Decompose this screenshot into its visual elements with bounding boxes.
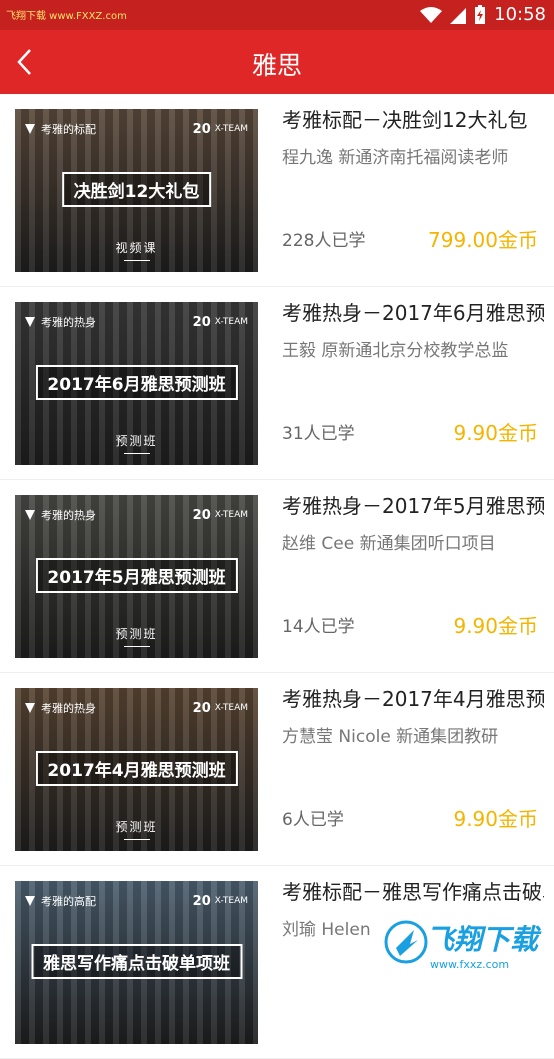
thumbnail-header: 考雅的标配 20 X-TEAM bbox=[25, 119, 248, 139]
course-price: 9.90金币 bbox=[453, 807, 538, 831]
anniversary-logo: 20 bbox=[192, 507, 211, 523]
course-info: 考雅标配－决胜剑12大礼包 程九逸 新通济南托福阅读老师 bbox=[282, 106, 544, 170]
course-info: 考雅热身－2017年6月雅思预测班 王毅 原新通北京分校教学总监 bbox=[282, 299, 544, 363]
status-icons: 10:58 bbox=[420, 4, 546, 25]
thumbnail-headline: 雅思写作痛点击破单项班 bbox=[31, 944, 242, 979]
anniversary-logo: 20 bbox=[192, 700, 211, 716]
course-thumbnail: 考雅的热身 20 X-TEAM 2017年4月雅思预测班 预测班 bbox=[15, 688, 258, 851]
anniversary-logo: 20 bbox=[192, 314, 211, 330]
battery-icon bbox=[475, 4, 486, 24]
course-teacher: 王毅 原新通北京分校教学总监 bbox=[282, 341, 509, 361]
learner-count: 31人已学 bbox=[282, 424, 355, 444]
course-title: 考雅标配－决胜剑12大礼包 bbox=[282, 108, 528, 132]
thumbnail-header: 考雅的热身 20 X-TEAM bbox=[25, 312, 248, 332]
thumbnail-logos: 20 X-TEAM bbox=[193, 894, 248, 909]
thumbnail-headline: 决胜剑12大礼包 bbox=[61, 172, 212, 207]
watermark-text: 飞翔下载 bbox=[426, 923, 539, 956]
thumbnail-tag: 预测班 bbox=[115, 820, 158, 840]
anniversary-logo: 20 bbox=[192, 121, 211, 137]
thumbnail-logos: 20 X-TEAM bbox=[193, 315, 248, 330]
course-thumbnail: 考雅的标配 20 X-TEAM 决胜剑12大礼包 视频课 bbox=[15, 109, 258, 272]
brand-triangle-icon bbox=[25, 317, 35, 327]
course-teacher: 程九逸 新通济南托福阅读老师 bbox=[282, 148, 509, 168]
xteam-logo: X-TEAM bbox=[214, 896, 248, 906]
signal-icon bbox=[450, 7, 467, 24]
course-teacher: 方慧莹 Nicole 新通集团教研 bbox=[282, 727, 499, 747]
course-title: 考雅热身－2017年6月雅思预测班 bbox=[282, 301, 544, 325]
thumbnail-header: 考雅的热身 20 X-TEAM bbox=[25, 505, 248, 525]
anniversary-logo: 20 bbox=[192, 893, 211, 909]
course-price: 9.90金币 bbox=[453, 421, 538, 445]
course-list-item[interactable]: 考雅的标配 20 X-TEAM 决胜剑12大礼包 视频课 考雅标配－决胜剑12大… bbox=[0, 94, 554, 287]
thumbnail-headline: 2017年6月雅思预测班 bbox=[35, 365, 238, 400]
watermark-logo-icon bbox=[384, 920, 428, 964]
thumbnail-tag: 预测班 bbox=[115, 434, 158, 454]
course-title: 考雅热身－2017年5月雅思预测班 bbox=[282, 494, 544, 518]
course-title: 考雅热身－2017年4月雅思预测班 bbox=[282, 687, 544, 711]
thumbnail-tag: 视频课 bbox=[115, 241, 158, 261]
thumbnail-logos: 20 X-TEAM bbox=[193, 701, 248, 716]
course-list-item[interactable]: 考雅的热身 20 X-TEAM 2017年4月雅思预测班 预测班 考雅热身－20… bbox=[0, 673, 554, 866]
brand-triangle-icon bbox=[25, 703, 35, 713]
learner-count: 6人已学 bbox=[282, 810, 344, 830]
course-title: 考雅标配－雅思写作痛点击破单项班 bbox=[282, 880, 544, 904]
learner-count: 228人已学 bbox=[282, 231, 366, 251]
thumbnail-tag: 预测班 bbox=[115, 627, 158, 647]
course-thumbnail: 考雅的热身 20 X-TEAM 2017年6月雅思预测班 预测班 bbox=[15, 302, 258, 465]
thumbnail-headline: 2017年5月雅思预测班 bbox=[35, 558, 238, 593]
thumbnail-brand: 考雅的高配 bbox=[41, 895, 96, 908]
course-list-item[interactable]: 考雅的热身 20 X-TEAM 2017年5月雅思预测班 预测班 考雅热身－20… bbox=[0, 480, 554, 673]
thumbnail-brand: 考雅的热身 bbox=[41, 316, 96, 329]
course-info: 考雅热身－2017年4月雅思预测班 方慧莹 Nicole 新通集团教研 bbox=[282, 685, 544, 749]
status-bar: 飞翔下载 www.FXXZ.com 10:58 bbox=[0, 0, 554, 30]
brand-triangle-icon bbox=[25, 124, 35, 134]
xteam-logo: X-TEAM bbox=[214, 317, 248, 327]
thumbnail-logos: 20 X-TEAM bbox=[193, 508, 248, 523]
xteam-logo: X-TEAM bbox=[214, 510, 248, 520]
course-price: 9.90金币 bbox=[453, 614, 538, 638]
course-price: 799.00金币 bbox=[428, 228, 538, 252]
course-thumbnail: 考雅的热身 20 X-TEAM 2017年5月雅思预测班 预测班 bbox=[15, 495, 258, 658]
status-watermark: 飞翔下载 www.FXXZ.com bbox=[6, 11, 127, 22]
course-list-item[interactable]: 考雅的热身 20 X-TEAM 2017年6月雅思预测班 预测班 考雅热身－20… bbox=[0, 287, 554, 480]
thumbnail-brand: 考雅的热身 bbox=[41, 702, 96, 715]
course-thumbnail: 考雅的高配 20 X-TEAM 雅思写作痛点击破单项班 bbox=[15, 881, 258, 1044]
brand-triangle-icon bbox=[25, 510, 35, 520]
page-title: 雅思 bbox=[251, 51, 302, 80]
thumbnail-header: 考雅的热身 20 X-TEAM bbox=[25, 698, 248, 718]
app-bar: 雅思 bbox=[0, 30, 554, 94]
xteam-logo: X-TEAM bbox=[214, 703, 248, 713]
watermark-url: www.fxxz.com bbox=[430, 958, 510, 971]
thumbnail-logos: 20 X-TEAM bbox=[193, 122, 248, 137]
course-info: 考雅热身－2017年5月雅思预测班 赵维 Cee 新通集团听口项目 bbox=[282, 492, 544, 556]
thumbnail-brand: 考雅的热身 bbox=[41, 509, 96, 522]
download-site-watermark: 飞翔下载 www.fxxz.com bbox=[378, 906, 554, 986]
learner-count: 14人已学 bbox=[282, 617, 355, 637]
thumbnail-headline: 2017年4月雅思预测班 bbox=[35, 751, 238, 786]
course-teacher: 赵维 Cee 新通集团听口项目 bbox=[282, 534, 496, 554]
status-time: 10:58 bbox=[494, 4, 546, 25]
xteam-logo: X-TEAM bbox=[214, 124, 248, 134]
thumbnail-header: 考雅的高配 20 X-TEAM bbox=[25, 891, 248, 911]
thumbnail-brand: 考雅的标配 bbox=[41, 123, 96, 136]
wifi-icon bbox=[420, 6, 443, 23]
brand-triangle-icon bbox=[25, 896, 35, 906]
